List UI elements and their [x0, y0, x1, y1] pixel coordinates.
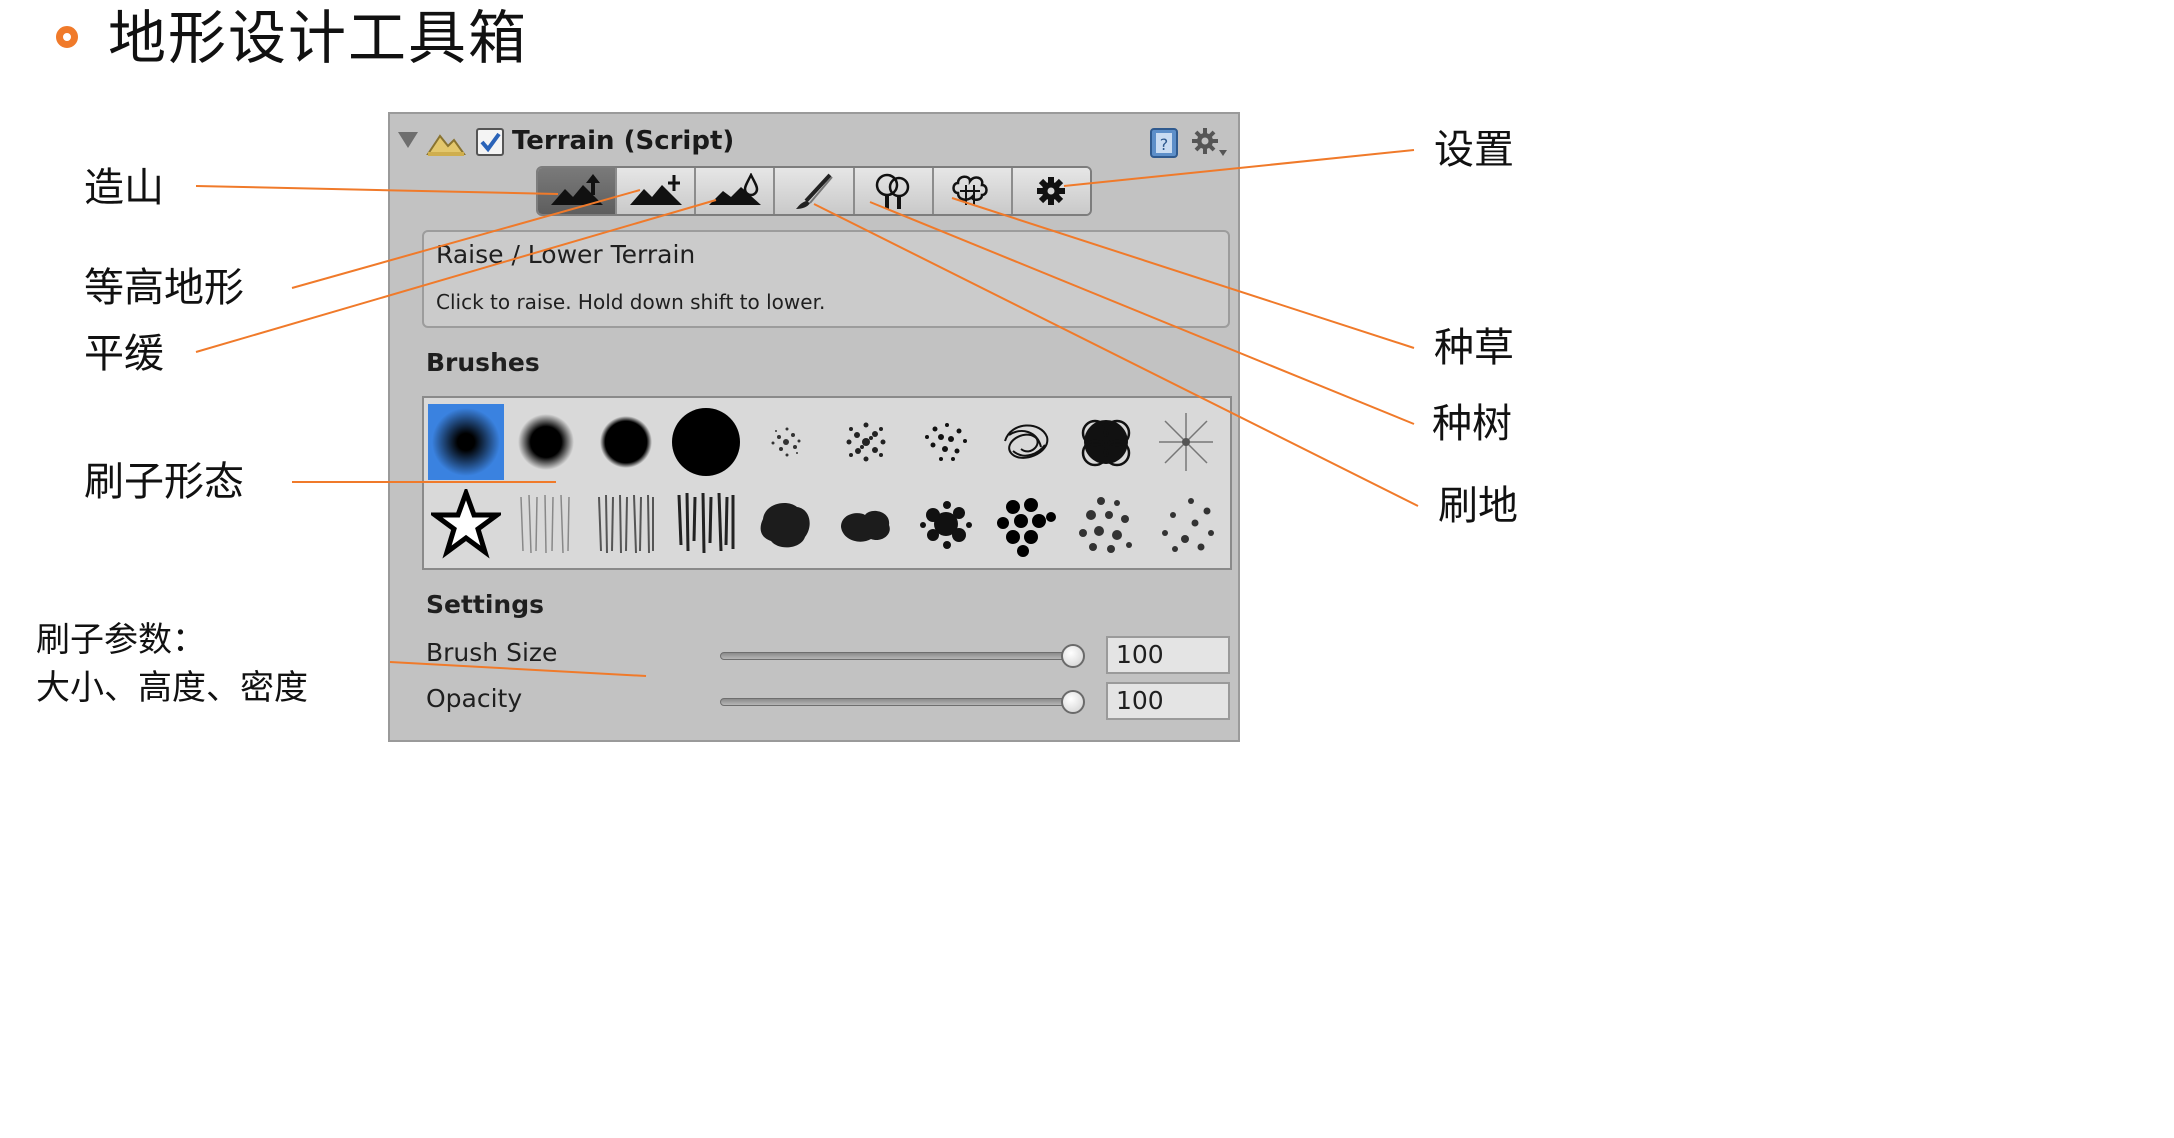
foldout-arrow-icon[interactable] — [398, 132, 418, 148]
brush-medium-round-icon — [518, 414, 574, 470]
brush-cloud-icon — [841, 510, 890, 542]
brush-dark-noise-icon — [677, 492, 735, 554]
terrain-tool-toolbar — [536, 166, 1092, 216]
brush-size-field[interactable]: 100 — [1106, 636, 1230, 674]
brush-large-round-icon — [672, 408, 740, 476]
brush-sparse-speckle-icon — [771, 427, 801, 457]
tool-paint-details-button[interactable] — [933, 168, 1013, 214]
brush-item[interactable] — [668, 404, 744, 480]
gear-icon — [1037, 177, 1066, 205]
terrain-inspector-panel: Terrain (Script) ? Raise / Lower Terrain… — [388, 112, 1240, 742]
callout-brush-params-line2: 大小、高度、密度 — [36, 668, 308, 708]
brush-size-label: Brush Size — [426, 638, 558, 667]
opacity-slider-thumb[interactable] — [1061, 690, 1085, 714]
gear-dropdown-icon[interactable] — [1190, 126, 1228, 160]
callout-paint-texture: 刷地 — [1438, 483, 1518, 529]
brush-item[interactable] — [668, 486, 744, 562]
brush-item[interactable] — [1148, 404, 1224, 480]
opacity-label: Opacity — [426, 684, 523, 713]
paint-height-icon — [629, 175, 682, 205]
callout-trees: 种树 — [1432, 401, 1512, 447]
tool-info-title: Raise / Lower Terrain — [436, 240, 696, 269]
brush-item[interactable] — [508, 486, 584, 562]
paint-brush-icon — [795, 173, 833, 209]
tool-paint-height-button[interactable] — [617, 168, 697, 214]
brush-light-noise-icon — [520, 494, 570, 554]
brush-dots-icon — [997, 498, 1056, 557]
brush-item[interactable] — [1068, 486, 1144, 562]
brush-item[interactable] — [508, 404, 584, 480]
raise-terrain-icon — [550, 174, 603, 205]
component-header: Terrain (Script) ? — [390, 122, 1238, 162]
callout-paint-height: 等高地形 — [84, 265, 244, 311]
brush-item[interactable] — [428, 486, 504, 562]
callout-settings: 设置 — [1434, 127, 1514, 173]
brush-leaf-scatter-icon — [1079, 497, 1132, 553]
help-book-icon[interactable]: ? — [1148, 126, 1180, 160]
tree-icon — [875, 173, 910, 209]
brush-grid — [422, 396, 1232, 570]
brush-item[interactable] — [588, 486, 664, 562]
brush-splatter-icon — [920, 501, 972, 549]
brush-item[interactable] — [748, 404, 824, 480]
brush-item[interactable] — [828, 404, 904, 480]
brush-dense-speckle-icon — [846, 422, 886, 462]
callout-brush-params-line1: 刷子参数： — [36, 620, 206, 660]
brush-scatter-icon — [925, 423, 967, 461]
title-bullet — [56, 26, 78, 48]
brush-item[interactable] — [988, 486, 1064, 562]
brush-soft-round-icon — [432, 408, 500, 476]
brush-smudge-icon — [760, 503, 810, 548]
brush-item[interactable] — [748, 486, 824, 562]
brush-item[interactable] — [908, 404, 984, 480]
brush-item[interactable] — [828, 486, 904, 562]
tool-smooth-height-button[interactable] — [696, 168, 776, 214]
callout-smooth: 平缓 — [84, 331, 164, 377]
tool-terrain-settings-button[interactable] — [1012, 168, 1090, 214]
brush-item[interactable] — [1148, 486, 1224, 562]
callout-brushes: 刷子形态 — [84, 459, 244, 505]
brush-item[interactable] — [988, 404, 1064, 480]
brush-medium-noise-icon — [598, 494, 654, 554]
brush-item[interactable] — [1068, 404, 1144, 480]
opacity-slider[interactable] — [720, 690, 1085, 714]
brush-size-slider-thumb[interactable] — [1061, 644, 1085, 668]
checkmark-icon — [480, 132, 501, 153]
tool-info-box: Raise / Lower Terrain Click to raise. Ho… — [422, 230, 1230, 328]
brush-scribble-icon — [1004, 424, 1049, 459]
brush-hard-round-icon — [600, 416, 652, 468]
svg-text:?: ? — [1160, 135, 1169, 154]
tool-place-trees-button[interactable] — [854, 168, 934, 214]
brush-item[interactable] — [908, 486, 984, 562]
brush-item[interactable] — [588, 404, 664, 480]
tool-raise-lower-button[interactable] — [538, 168, 618, 214]
brushes-section-title: Brushes — [426, 348, 540, 377]
brush-swirl-icon — [1081, 419, 1131, 467]
brush-item[interactable] — [428, 404, 504, 480]
smooth-height-icon — [708, 173, 761, 205]
brush-sparse-leaf-icon — [1162, 498, 1214, 552]
brush-starburst-icon — [1159, 413, 1213, 471]
component-enabled-checkbox[interactable] — [476, 128, 504, 156]
brush-size-slider[interactable] — [720, 644, 1085, 668]
grass-detail-icon — [952, 175, 989, 205]
settings-section-title: Settings — [426, 590, 545, 619]
brush-star-icon — [431, 489, 501, 559]
terrain-component-icon — [426, 134, 466, 156]
callout-grass: 种草 — [1434, 325, 1514, 371]
component-title: Terrain (Script) — [512, 126, 735, 156]
tool-info-description: Click to raise. Hold down shift to lower… — [436, 290, 826, 314]
slide-title: 地形设计工具箱 — [108, 4, 529, 72]
opacity-field[interactable]: 100 — [1106, 682, 1230, 720]
tool-paint-texture-button[interactable] — [775, 168, 855, 214]
callout-raise: 造山 — [84, 165, 164, 211]
